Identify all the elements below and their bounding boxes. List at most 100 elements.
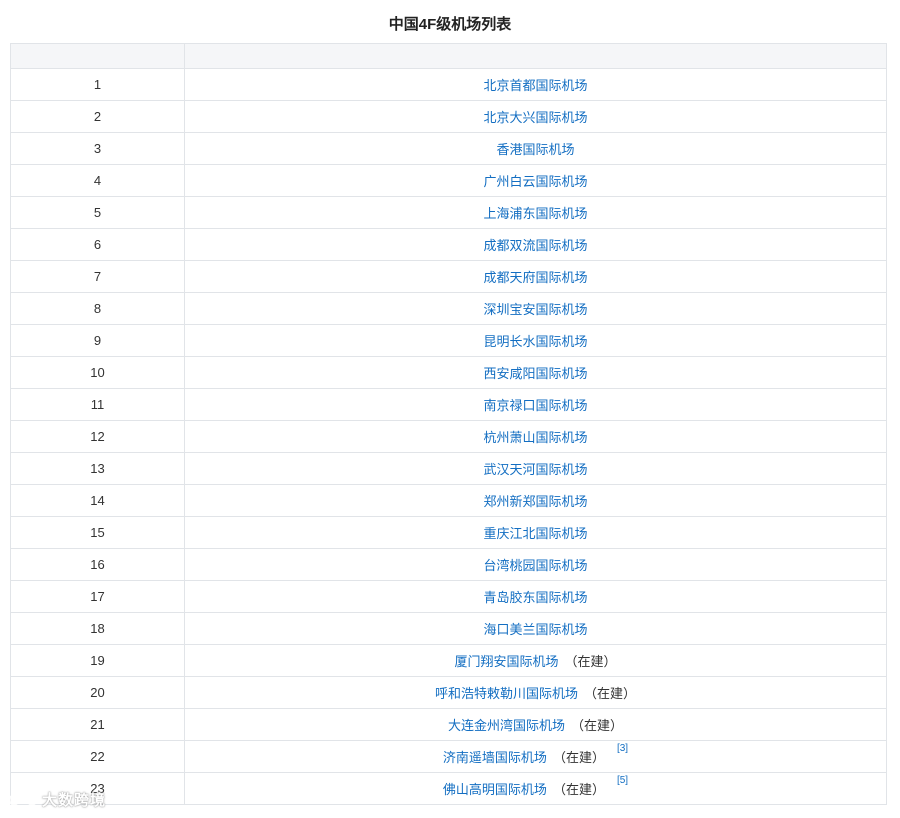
page: 中国4F级机场列表 1 北京首都国际机场 2 北京大兴国际机场 3 香港国际机场 4 广州白云… bbox=[0, 0, 900, 818]
airport-cell: 南京禄口国际机场 bbox=[184, 388, 887, 421]
header-cell-name bbox=[184, 43, 887, 69]
row-number: 22 bbox=[10, 740, 185, 773]
row-number: 6 bbox=[10, 228, 185, 261]
table-row: 11 南京禄口国际机场 bbox=[10, 388, 887, 421]
row-number: 9 bbox=[10, 324, 185, 357]
airport-cell: 香港国际机场 bbox=[184, 132, 887, 165]
reference-link[interactable]: [3] bbox=[617, 743, 628, 754]
row-number: 4 bbox=[10, 164, 185, 197]
airport-link[interactable]: 成都天府国际机场 bbox=[483, 270, 587, 285]
watermark-logo-icon bbox=[8, 791, 38, 806]
airport-link[interactable]: 北京首都国际机场 bbox=[483, 78, 587, 93]
airport-cell: 上海浦东国际机场 bbox=[184, 196, 887, 229]
airport-link[interactable]: 上海浦东国际机场 bbox=[483, 206, 587, 221]
row-number: 3 bbox=[10, 132, 185, 165]
table-row: 20 呼和浩特敕勒川国际机场 （在建） bbox=[10, 676, 887, 709]
airport-link[interactable]: 广州白云国际机场 bbox=[483, 174, 587, 189]
row-number: 12 bbox=[10, 420, 185, 453]
airport-link[interactable]: 成都双流国际机场 bbox=[483, 238, 587, 253]
airport-cell: 重庆江北国际机场 bbox=[184, 516, 887, 549]
airport-link[interactable]: 杭州萧山国际机场 bbox=[483, 430, 587, 445]
airport-cell: 杭州萧山国际机场 bbox=[184, 420, 887, 453]
airport-cell: 广州白云国际机场 bbox=[184, 164, 887, 197]
airport-link[interactable]: 青岛胶东国际机场 bbox=[483, 590, 587, 605]
airport-cell: 呼和浩特敕勒川国际机场 （在建） bbox=[184, 676, 887, 709]
header-cell-number bbox=[10, 43, 185, 69]
table-row: 21 大连金州湾国际机场 （在建） bbox=[10, 708, 887, 741]
airport-link[interactable]: 深圳宝安国际机场 bbox=[483, 302, 587, 317]
watermark-text: 大数跨境 bbox=[42, 791, 107, 809]
airport-cell: 北京首都国际机场 bbox=[184, 68, 887, 101]
table-row: 17 青岛胶东国际机场 bbox=[10, 580, 887, 613]
construction-status: （在建） bbox=[571, 718, 624, 733]
row-number: 15 bbox=[10, 516, 185, 549]
watermark: 大数跨境 bbox=[8, 788, 106, 810]
table-row: 1 北京首都国际机场 bbox=[10, 68, 887, 101]
table-row: 4 广州白云国际机场 bbox=[10, 164, 887, 197]
airport-link[interactable]: 海口美兰国际机场 bbox=[483, 622, 587, 637]
airport-cell: 郑州新郑国际机场 bbox=[184, 484, 887, 517]
airport-link[interactable]: 香港国际机场 bbox=[496, 142, 574, 157]
page-title: 中国4F级机场列表 bbox=[388, 16, 512, 33]
airport-cell: 昆明长水国际机场 bbox=[184, 324, 887, 357]
row-number: 18 bbox=[10, 612, 185, 645]
airport-link[interactable]: 佛山高明国际机场 bbox=[443, 782, 547, 797]
airport-cell: 西安咸阳国际机场 bbox=[184, 356, 887, 389]
airport-cell: 海口美兰国际机场 bbox=[184, 612, 887, 645]
table-row: 9 昆明长水国际机场 bbox=[10, 324, 887, 357]
airport-cell: 台湾桃园国际机场 bbox=[184, 548, 887, 581]
airport-cell: 佛山高明国际机场 （在建） [5] bbox=[184, 772, 887, 805]
row-number: 19 bbox=[10, 644, 185, 677]
construction-status: （在建） bbox=[552, 782, 605, 797]
airport-link[interactable]: 厦门翔安国际机场 bbox=[454, 654, 558, 669]
row-number: 21 bbox=[10, 708, 185, 741]
airport-link[interactable]: 南京禄口国际机场 bbox=[483, 398, 587, 413]
row-number: 20 bbox=[10, 676, 185, 709]
airport-table: 1 北京首都国际机场 2 北京大兴国际机场 3 香港国际机场 4 广州白云国际机场 5 上海浦东国… bbox=[10, 43, 887, 805]
airport-cell: 武汉天河国际机场 bbox=[184, 452, 887, 485]
row-number: 2 bbox=[10, 100, 185, 133]
table-row: 8 深圳宝安国际机场 bbox=[10, 292, 887, 325]
row-number: 13 bbox=[10, 452, 185, 485]
construction-status: （在建） bbox=[584, 686, 637, 701]
table-row: 23 佛山高明国际机场 （在建）[5] bbox=[10, 772, 887, 805]
table-row: 19 厦门翔安国际机场 （在建） bbox=[10, 644, 887, 677]
table-row: 13 武汉天河国际机场 bbox=[10, 452, 887, 485]
airport-cell: 深圳宝安国际机场 bbox=[184, 292, 887, 325]
airport-link[interactable]: 武汉天河国际机场 bbox=[483, 462, 587, 477]
table-row: 6 成都双流国际机场 bbox=[10, 228, 887, 261]
reference-link[interactable]: [5] bbox=[617, 775, 628, 786]
airport-cell: 成都天府国际机场 bbox=[184, 260, 887, 293]
airport-link[interactable]: 台湾桃园国际机场 bbox=[483, 558, 587, 573]
airport-link[interactable]: 大连金州湾国际机场 bbox=[448, 718, 565, 733]
airport-link[interactable]: 重庆江北国际机场 bbox=[483, 526, 587, 541]
row-number: 5 bbox=[10, 196, 185, 229]
airport-link[interactable]: 郑州新郑国际机场 bbox=[483, 494, 587, 509]
table-row: 7 成都天府国际机场 bbox=[10, 260, 887, 293]
row-number: 1 bbox=[10, 68, 185, 101]
airport-cell: 济南遥墙国际机场 （在建） [3] bbox=[184, 740, 887, 773]
airport-link[interactable]: 西安咸阳国际机场 bbox=[483, 366, 587, 381]
table-row: 12 杭州萧山国际机场 bbox=[10, 420, 887, 453]
row-number: 16 bbox=[10, 548, 185, 581]
row-number: 10 bbox=[10, 356, 185, 389]
airport-link[interactable]: 呼和浩特敕勒川国际机场 bbox=[435, 686, 578, 701]
table-body: 1 北京首都国际机场 2 北京大兴国际机场 3 香港国际机场 4 广州白云国际机场 5 上海浦东国… bbox=[10, 68, 887, 805]
airport-link[interactable]: 济南遥墙国际机场 bbox=[443, 750, 547, 765]
airport-cell: 成都双流国际机场 bbox=[184, 228, 887, 261]
row-number: 8 bbox=[10, 292, 185, 325]
row-number: 7 bbox=[10, 260, 185, 293]
table-row: 2 北京大兴国际机场 bbox=[10, 100, 887, 133]
table-row: 15 重庆江北国际机场 bbox=[10, 516, 887, 549]
table-header-row bbox=[10, 43, 887, 69]
table-row: 18 海口美兰国际机场 bbox=[10, 612, 887, 645]
row-number: 14 bbox=[10, 484, 185, 517]
airport-cell: 青岛胶东国际机场 bbox=[184, 580, 887, 613]
airport-link[interactable]: 昆明长水国际机场 bbox=[483, 334, 587, 349]
airport-link[interactable]: 北京大兴国际机场 bbox=[483, 110, 587, 125]
airport-cell: 北京大兴国际机场 bbox=[184, 100, 887, 133]
table-row: 10 西安咸阳国际机场 bbox=[10, 356, 887, 389]
table-row: 16 台湾桃园国际机场 bbox=[10, 548, 887, 581]
row-number: 11 bbox=[10, 388, 185, 421]
construction-status: （在建） bbox=[564, 654, 617, 669]
